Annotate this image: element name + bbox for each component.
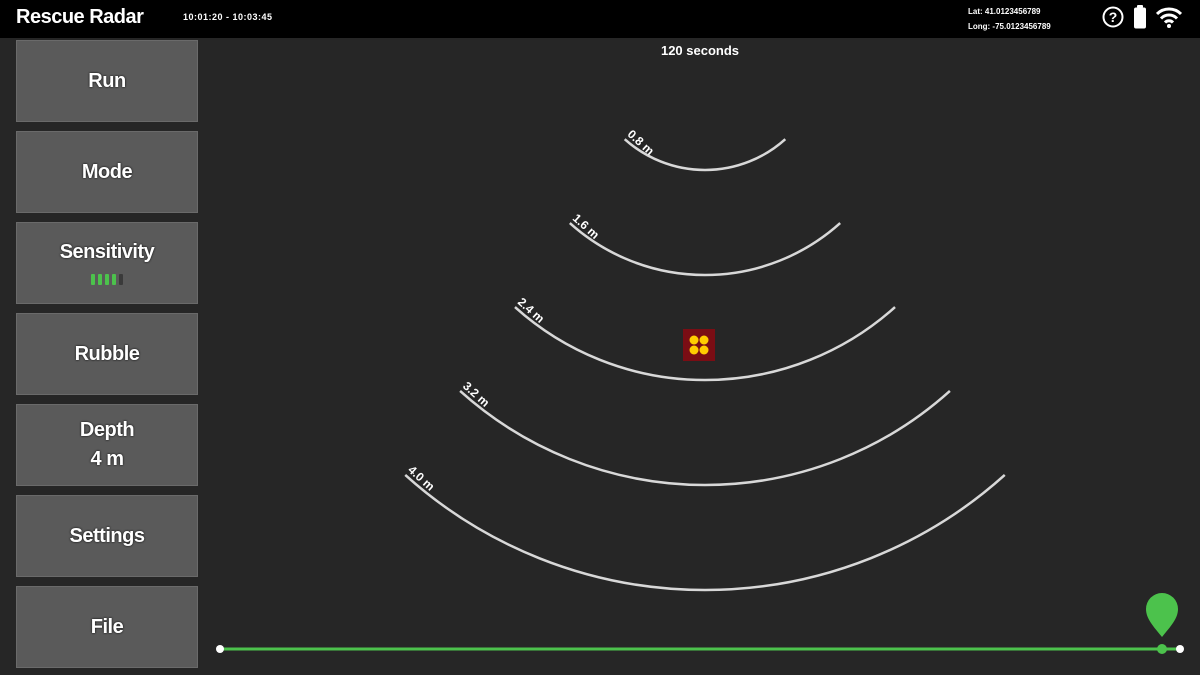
timeline-position-dot (1157, 644, 1167, 654)
detected-target (683, 329, 715, 361)
range-ring (459, 390, 951, 487)
timeline-position-pin-icon[interactable] (1146, 593, 1178, 637)
target-core (689, 345, 699, 355)
timeline (216, 593, 1184, 654)
target-core (689, 335, 699, 345)
timeline-start-handle[interactable] (216, 645, 224, 653)
timeline-end-handle[interactable] (1176, 645, 1184, 653)
target-marker[interactable] (683, 329, 715, 361)
range-ring (569, 222, 841, 277)
range-ring (404, 473, 1006, 592)
target-core (699, 345, 709, 355)
target-core (699, 335, 709, 345)
radar-display: 0.8 m1.6 m2.4 m3.2 m4.0 m (216, 127, 1184, 654)
